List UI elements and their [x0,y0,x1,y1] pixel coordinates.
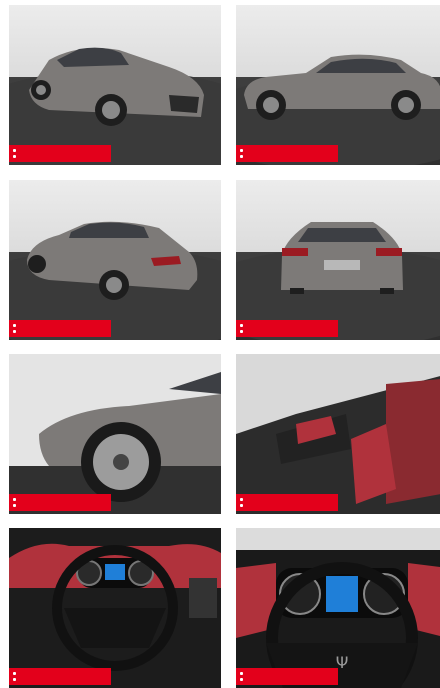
photo-front-wheel[interactable] [9,354,221,514]
photo-dashboard[interactable] [9,528,221,688]
listing-badge [9,320,111,337]
photo-gallery: Ψ [0,0,440,688]
badge-dot-icon [13,330,16,333]
car-side-profile-illustration [236,54,440,165]
badge-dot-icon [13,149,16,152]
badge-dot-icon [13,504,16,507]
badge-dot-icon [240,324,243,327]
car-rear-three-quarter-illustration [9,221,221,340]
photo-rear-three-quarter[interactable] [9,180,221,340]
photo-rear[interactable] [236,180,440,340]
car-front-three-quarter-illustration [9,47,221,165]
listing-badge [236,145,338,162]
photo-front-three-quarter[interactable] [9,5,221,165]
badge-dot-icon [13,155,16,158]
photo-instrument-cluster[interactable]: Ψ [236,528,440,688]
badge-dot-icon [240,330,243,333]
interior-dashboard-illustration [9,528,221,688]
car-front-wheel-illustration [9,354,221,514]
listing-badge [9,494,111,511]
badge-dot-icon [240,498,243,501]
badge-dot-icon [240,504,243,507]
interior-front-seats-illustration [236,354,440,514]
interior-instrument-cluster-illustration: Ψ [236,528,440,688]
photo-front-seats[interactable] [236,354,440,514]
car-rear-illustration [236,222,440,340]
photo-side-profile[interactable] [236,5,440,165]
badge-dot-icon [13,672,16,675]
badge-dot-icon [13,498,16,501]
listing-badge [236,494,338,511]
badge-dot-icon [240,155,243,158]
listing-badge [9,145,111,162]
badge-dot-icon [240,672,243,675]
listing-badge [236,320,338,337]
badge-dot-icon [240,149,243,152]
badge-dot-icon [13,324,16,327]
listing-badge [9,668,111,685]
listing-badge [236,668,338,685]
